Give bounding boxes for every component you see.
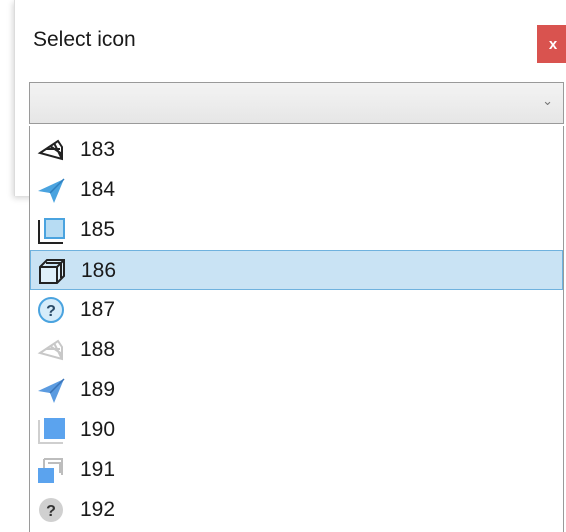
item-label: 191 — [80, 458, 116, 481]
paper-plane-icon — [36, 175, 66, 205]
svg-text:?: ? — [46, 503, 56, 520]
square-corner-icon — [36, 215, 66, 245]
list-item[interactable]: 184 — [30, 170, 563, 210]
isometric-grid-faded-icon — [36, 335, 66, 365]
square-corner-blue-icon — [36, 415, 66, 445]
item-label: 188 — [80, 338, 116, 361]
list-item[interactable]: ? 192 — [30, 490, 563, 530]
list-item[interactable]: 190 — [30, 410, 563, 450]
item-label: 190 — [80, 418, 116, 441]
list-item[interactable]: 188 — [30, 330, 563, 370]
item-label: 185 — [80, 218, 116, 241]
item-label: 183 — [80, 138, 116, 161]
question-gray-icon: ? — [36, 495, 66, 525]
item-label: 189 — [80, 378, 116, 401]
close-button[interactable]: x — [537, 25, 566, 63]
svg-text:?: ? — [46, 303, 56, 320]
list-item[interactable]: 191 — [30, 450, 563, 490]
dialog-title: Select icon — [33, 28, 136, 51]
item-label: 187 — [80, 298, 116, 321]
list-item[interactable]: ? 187 — [30, 290, 563, 330]
list-item-selected[interactable]: 186 — [30, 250, 563, 290]
paper-plane-blue-icon — [36, 375, 66, 405]
cube-icon — [37, 256, 67, 286]
list-item[interactable]: 183 — [30, 130, 563, 170]
icon-select[interactable]: ⌄ — [29, 82, 564, 124]
item-label: 192 — [80, 498, 116, 521]
item-label: 184 — [80, 178, 116, 201]
chevron-down-icon[interactable]: ⌄ — [542, 93, 553, 109]
cube-faded-icon — [36, 455, 66, 485]
list-item[interactable]: 185 — [30, 210, 563, 250]
item-label: 186 — [81, 259, 117, 282]
question-icon: ? — [36, 295, 66, 325]
isometric-grid-icon — [36, 135, 66, 165]
list-item[interactable]: 189 — [30, 370, 563, 410]
icon-dropdown-list[interactable]: 183 184 185 186 ? 187 188 189 190 191 ? … — [29, 126, 564, 532]
